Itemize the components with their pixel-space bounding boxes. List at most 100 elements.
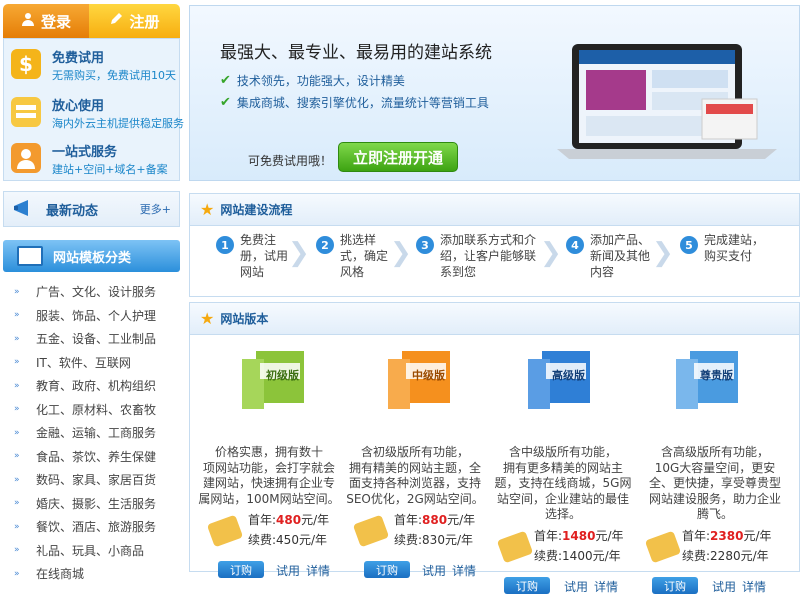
category-item[interactable]: » 广告、文化、设计服务 [14,280,180,304]
detail-link[interactable]: 详情 [742,578,766,595]
register-label: 注册 [129,12,160,31]
hero-banner: 最强大、最专业、最易用的建站系统 ✔ 技术领先，功能强大，设计精美 ✔ 集成商城、搜… [189,5,800,181]
versions-header: ★ 网站版本 [190,303,799,335]
trial-link[interactable]: 试用 [276,562,300,579]
category-item[interactable]: » IT、软件、互联网 [14,351,180,375]
process-step: 1 免费注 册，试用 网站 [216,232,296,282]
version-desc: 含高级版所有功能， 10G大容量空间，更安 全、更快捷，享受尊贵型 网站建设服务，助力… [648,445,781,521]
step-text: 完成建站， 购买支付 [704,233,765,263]
news-more-link[interactable]: 更多+ [140,201,171,217]
perk-one-stop[interactable]: 一站式服务 建站+空间+域名+备案 [4,137,181,181]
chevron-right-icon: ❯ [390,238,412,268]
main-content: 最强大、最专业、最易用的建站系统 ✔ 技术领先，功能强大，设计精美 ✔ 集成商城、搜… [189,0,800,594]
first-year-price: 首年:880元/年 [394,513,476,527]
bullet-text: 集成商城、搜索引擎优化，流量统计等营销工具 [236,96,489,110]
trial-link[interactable]: 试用 [564,578,588,595]
template-categories-header: 网站模板分类 [3,240,180,272]
detail-link[interactable]: 详情 [452,562,476,579]
chevron-right-icon: ❯ [652,238,674,268]
double-arrow-icon: » [14,427,20,438]
register-now-button[interactable]: 立即注册开通 [338,142,458,172]
category-item[interactable]: » 五金、设备、工业制品 [14,327,180,351]
monitor-icon [17,246,43,266]
register-tab[interactable]: 注册 [89,4,180,38]
login-tab[interactable]: 登录 [3,4,89,38]
perk-desc: 海内外云主机提供稳定服务 [52,117,184,130]
category-item[interactable]: » 服装、饰品、个人护理 [14,304,180,328]
price-tag-icon [644,530,682,564]
version-name: 中级版 [412,369,445,382]
category-label: IT、软件、互联网 [36,355,131,370]
price-tag-icon [496,530,534,564]
category-label: 服装、饰品、个人护理 [36,308,157,323]
step-number: 4 [566,236,584,254]
first-year-price: 首年:1480元/年 [534,529,624,543]
category-label: 婚庆、摄影、生活服务 [36,496,157,511]
step-text: 添加联系方式和介 绍，让客户能够联 系到您 [440,233,537,279]
news-bar: 最新动态 更多+ [3,191,180,227]
trial-link[interactable]: 试用 [712,578,736,595]
version-name: 高级版 [552,369,585,382]
double-arrow-icon: » [14,404,20,415]
category-item[interactable]: » 食品、茶饮、养生保健 [14,445,180,469]
renew-price: 续费:2280元/年 [682,549,769,563]
perk-desc: 建站+空间+域名+备案 [52,163,168,176]
left-sidebar: 登录 注册 $ 免费试用 无需购买，免费试用10天 放心使用 海内外云主机提供稳… [0,0,184,581]
order-button[interactable]: 订购 [652,577,698,594]
step-number: 2 [316,236,334,254]
perks-panel: $ 免费试用 无需购买，免费试用10天 放心使用 海内外云主机提供稳定服务 一站… [3,38,184,181]
banner-bullet: ✔ 集成商城、搜索引擎优化，流量统计等营销工具 [220,94,489,111]
version-desc: 价格实惠，拥有数十 项网站功能，会打字就会 建网站，快速拥有企业专 属网站，100M网… [198,445,340,506]
perk-reliable[interactable]: 放心使用 海内外云主机提供稳定服务 [4,91,184,135]
category-label: 数码、家具、家居百货 [36,473,157,488]
star-icon: ★ [200,200,215,219]
detail-link[interactable]: 详情 [594,578,618,595]
renew-price: 续费:830元/年 [394,533,473,547]
perk-title: 放心使用 [52,99,105,114]
step-number: 5 [680,236,698,254]
category-label: 金融、运输、工商服务 [36,426,157,441]
category-label: 化工、原材料、农畜牧 [36,402,157,417]
order-button[interactable]: 订购 [504,577,550,594]
chevron-right-icon: ❯ [288,238,310,268]
price-tag-icon [352,514,390,548]
server-icon [11,97,41,127]
version-name: 初级版 [266,369,299,382]
category-item[interactable]: » 化工、原材料、农畜牧 [14,398,180,422]
version-name: 尊贵版 [700,369,733,382]
user-icon [21,12,35,30]
banner-bullet: ✔ 技术领先，功能强大，设计精美 [220,72,405,89]
version-card-premium: 尊贵版 含高级版所有功能， 10G大容量空间，更安 全、更快捷，享受尊贵型 网站建设服… [640,343,782,594]
detail-link[interactable]: 详情 [306,562,330,579]
order-button[interactable]: 订购 [364,561,410,578]
double-arrow-icon: » [14,474,20,485]
version-card-intermediate: 中级版 含初级版所有功能， 拥有精美的网站主题，全 面支持各种浏览器，支持 SEO优化… [344,343,486,578]
build-process-title: 网站建设流程 [220,203,293,217]
double-arrow-icon: » [14,545,20,556]
order-button[interactable]: 订购 [218,561,264,578]
step-text: 添加产品、 新闻及其他 内容 [590,233,651,279]
category-item[interactable]: » 数码、家具、家居百货 [14,468,180,492]
category-label: 五金、设备、工业制品 [36,332,157,347]
process-step: 2 挑选样 式，确定 风格 [316,232,396,282]
category-item[interactable]: » 礼品、玩具、小商品 [14,539,180,563]
perk-free-trial[interactable]: $ 免费试用 无需购买，免费试用10天 [4,43,181,87]
star-icon: ★ [200,309,215,328]
versions-title: 网站版本 [220,312,269,326]
first-year-price: 首年:2380元/年 [682,529,772,543]
step-text: 挑选样 式，确定 风格 [340,233,389,279]
double-arrow-icon: » [14,498,20,509]
double-arrow-icon: » [14,286,20,297]
category-item[interactable]: » 餐饮、酒店、旅游服务 [14,515,180,539]
category-item[interactable]: » 教育、政府、机构组织 [14,374,180,398]
version-desc: 含初级版所有功能， 拥有精美的网站主题，全 面支持各种浏览器，支持 SEO优化，2G网… [346,445,484,506]
perk-title: 免费试用 [52,51,105,66]
free-trial-text: 可免费试用哦！ [248,154,333,168]
category-item[interactable]: » 金融、运输、工商服务 [14,421,180,445]
version-card-basic: 初级版 价格实惠，拥有数十 项网站功能，会打字就会 建网站，快速拥有企业专 属网站，1… [198,343,340,578]
trial-link[interactable]: 试用 [422,562,446,579]
category-item[interactable]: » 婚庆、摄影、生活服务 [14,492,180,516]
step-text: 免费注 册，试用 网站 [240,233,289,279]
laptop-image [552,44,782,164]
double-arrow-icon: » [14,310,20,321]
